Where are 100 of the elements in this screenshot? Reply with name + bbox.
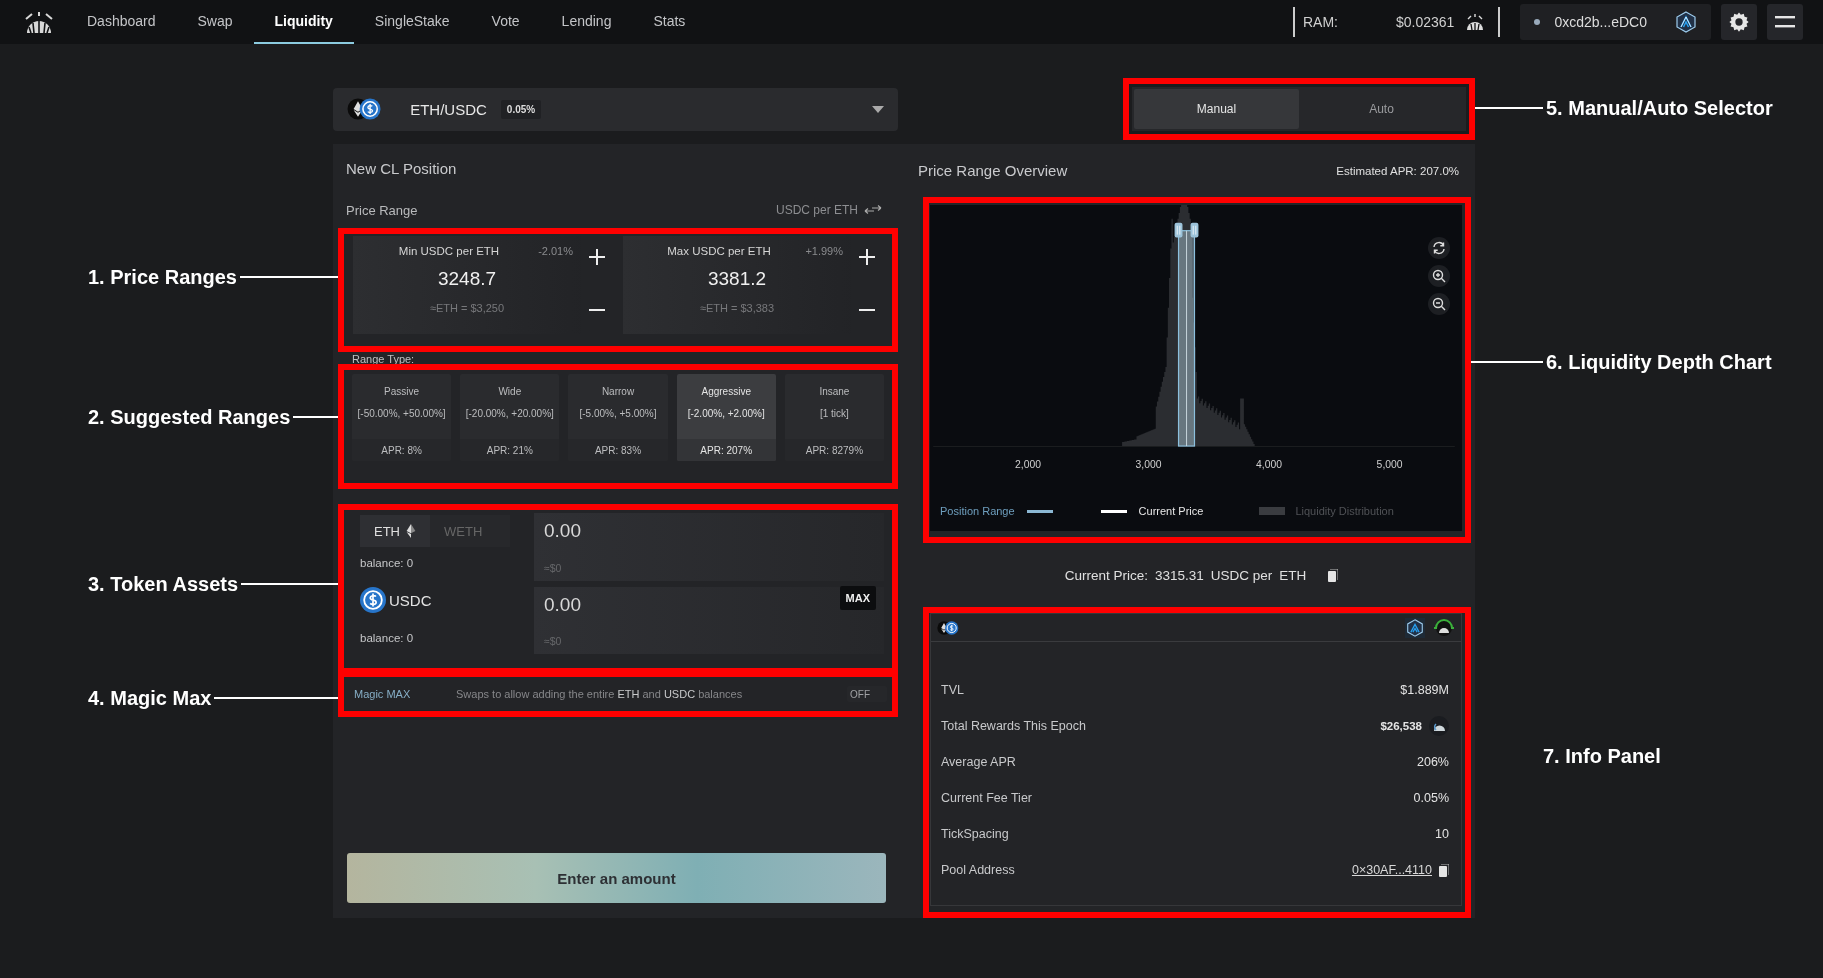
legend-swatch: [1100, 509, 1127, 513]
bound-usd-value: ≈ETH = $3,383: [699, 302, 775, 314]
token-icon: [1466, 14, 1485, 30]
ram-label: RAM:: [1303, 14, 1338, 30]
magic-max-label: Magic MAX: [354, 688, 412, 700]
info-value: $26,538: [1380, 720, 1422, 732]
pool-selector[interactable]: ETH/USDC 0.05%: [333, 87, 898, 131]
legend-label: Current Price: [1138, 505, 1204, 518]
leader-line: [1471, 361, 1543, 363]
info-label: Total Rewards This Epoch: [941, 719, 1086, 733]
range-type-option[interactable]: Passive [-50.00%, +50.00%] APR: 8%: [352, 374, 452, 461]
legend-label: Liquidity Distribution: [1295, 505, 1394, 518]
nav-tab[interactable]: Lending: [540, 0, 633, 44]
range-type-option[interactable]: Narrow [-5.00%, +5.00%] APR: 83%: [568, 374, 668, 461]
current-price-label: Current Price:: [1064, 567, 1148, 583]
bound-label: Max USDC per ETH: [667, 245, 771, 257]
axis-tick-label: 4,000: [1256, 458, 1283, 470]
callout-label: 4. Magic Max: [88, 686, 212, 710]
hexagon-logo-icon: [1675, 11, 1697, 33]
range-type-option[interactable]: Wide [-20.00%, +20.00%] APR: 21%: [460, 374, 560, 461]
token-pair-icon: [937, 620, 960, 635]
range-type-option[interactable]: Insane [1 tick] APR: 8279%: [784, 374, 884, 461]
current-price-value: 3315.31: [1154, 567, 1204, 583]
section-label: Price Range: [346, 202, 418, 218]
swap-arrows-icon: [864, 205, 882, 215]
info-value: 0.05%: [1413, 791, 1449, 805]
nav-tab[interactable]: SingleStake: [353, 0, 471, 44]
info-label: TickSpacing: [941, 827, 1009, 841]
mode-tab[interactable]: Auto: [1299, 89, 1464, 129]
usdc-icon: [360, 587, 386, 613]
bound-change: +1.99%: [805, 245, 843, 257]
ethereum-icon: [406, 524, 416, 538]
unit-toggle[interactable]: USDC per ETH: [770, 202, 888, 218]
leader-line: [293, 416, 338, 418]
token-logo-icon: [1433, 617, 1455, 638]
nav-tab[interactable]: Swap: [176, 0, 254, 44]
pool-pair-name: ETH/USDC: [410, 100, 487, 118]
axis-tick-label: 5,000: [1376, 458, 1403, 470]
hexagon-token-icon: [1405, 617, 1425, 638]
bound-label: Min USDC per ETH: [398, 245, 500, 257]
caret-icon[interactable]: [872, 105, 884, 113]
zoom-in-button[interactable]: [1428, 265, 1450, 287]
zoom-in-icon: [1432, 269, 1446, 283]
mode-tab[interactable]: Manual: [1134, 89, 1299, 129]
range-handle[interactable]: [1190, 222, 1199, 238]
menu-button[interactable]: [1767, 4, 1803, 40]
callout-label: 3. Token Assets: [88, 572, 239, 596]
price-token: ETH: [1279, 567, 1307, 583]
max-button[interactable]: MAX: [839, 586, 876, 610]
info-value: $1.889M: [1400, 683, 1449, 697]
refresh-icon: [1432, 241, 1446, 255]
reset-zoom-button[interactable]: [1428, 237, 1450, 259]
callout-label: 6. Liquidity Depth Chart: [1546, 350, 1772, 374]
bound-value[interactable]: 3381.2: [707, 268, 767, 290]
token-pair-icon: [347, 98, 383, 120]
bound-usd-value: ≈ETH = $3,250: [429, 302, 505, 314]
token-balance: balance: 0: [360, 632, 415, 644]
range-handle[interactable]: [1174, 222, 1183, 238]
callout-label: 1. Price Ranges: [88, 265, 237, 289]
callout-label: 2. Suggested Ranges: [88, 405, 291, 429]
nav-tab[interactable]: Stats: [632, 0, 707, 44]
logo-icon[interactable]: [24, 11, 54, 33]
menu-icon: [1775, 14, 1795, 30]
minus-icon: [858, 309, 876, 311]
zoom-out-button[interactable]: [1428, 293, 1450, 315]
nav-tab[interactable]: Dashboard: [66, 0, 177, 44]
settings-icon: [1728, 11, 1750, 33]
estimated-apr: Estimated APR: 207.0%: [1336, 164, 1459, 177]
nav-tab[interactable]: Vote: [470, 0, 541, 44]
plus-icon: [858, 248, 876, 266]
copy-icon[interactable]: [1439, 863, 1449, 877]
plus-icon: [588, 248, 606, 266]
panel-title: New CL Position: [345, 159, 458, 179]
wallet-button[interactable]: 0xcd2b...eDC0: [1520, 4, 1711, 40]
info-label: Pool Address: [941, 863, 1015, 877]
token-balance: balance: 0: [360, 557, 415, 569]
range-type-option[interactable]: Aggressive [-2.00%, +2.00%] APR: 207%: [676, 374, 776, 461]
info-value: 206%: [1417, 755, 1449, 769]
zoom-out-icon: [1432, 297, 1446, 311]
fee-badge: 0.05%: [500, 99, 542, 119]
minus-icon: [588, 309, 606, 311]
pool-address-link[interactable]: 0×30AF...4110: [1351, 863, 1432, 877]
info-label: Current Fee Tier: [941, 791, 1032, 805]
reward-token-icon: [1429, 716, 1449, 736]
price-unit: USDC per: [1210, 567, 1273, 583]
nav-tab[interactable]: Liquidity: [253, 0, 354, 44]
panel-title: Price Range Overview: [918, 162, 1068, 179]
info-label: Average APR: [941, 755, 1016, 769]
bound-change: -2.01%: [538, 245, 573, 257]
submit-button[interactable]: Enter an amount: [347, 853, 886, 903]
legend-swatch: [1259, 507, 1286, 516]
settings-button[interactable]: [1721, 4, 1757, 40]
info-label: TVL: [941, 683, 964, 697]
copy-icon[interactable]: [1328, 568, 1339, 582]
bound-value[interactable]: 3248.7: [437, 268, 497, 290]
legend-label: Position Range: [940, 505, 1015, 518]
token-toggle-option[interactable]: ETH: [360, 515, 430, 547]
axis-tick-label: 2,000: [1015, 458, 1041, 470]
ram-price: $0.02361: [1396, 14, 1455, 30]
token-name: USDC: [389, 591, 432, 609]
